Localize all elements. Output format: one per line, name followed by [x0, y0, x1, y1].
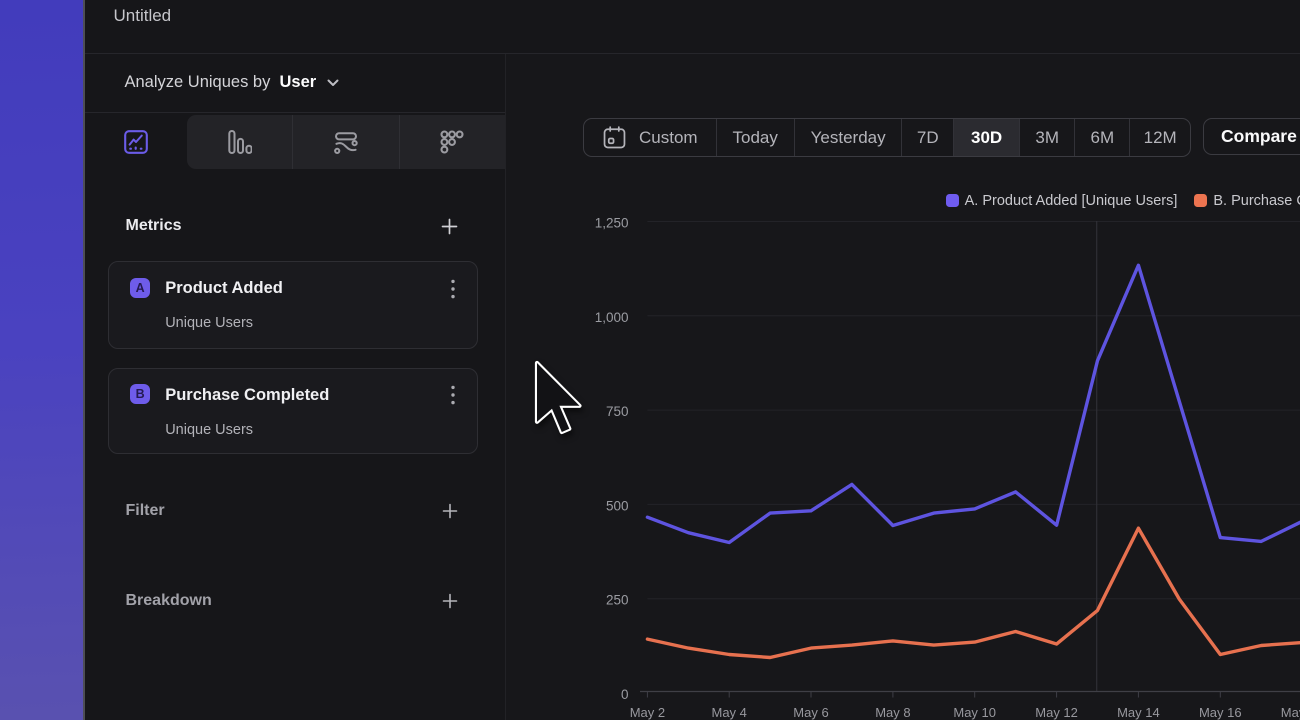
svg-text:May 14: May 14 [1117, 705, 1160, 720]
svg-text:1,250: 1,250 [595, 216, 629, 231]
svg-text:0: 0 [621, 687, 629, 702]
svg-text:500: 500 [606, 498, 629, 513]
svg-text:May 18: May 18 [1281, 705, 1300, 720]
svg-text:May 6: May 6 [793, 705, 828, 720]
svg-text:May 10: May 10 [953, 705, 996, 720]
svg-text:May 16: May 16 [1199, 705, 1242, 720]
svg-text:250: 250 [606, 593, 629, 608]
svg-text:1,000: 1,000 [595, 310, 629, 325]
svg-text:May 2: May 2 [630, 705, 665, 720]
svg-text:May 12: May 12 [1035, 705, 1078, 720]
svg-text:750: 750 [606, 404, 629, 419]
svg-text:May 8: May 8 [875, 705, 910, 720]
svg-text:May 4: May 4 [711, 705, 746, 720]
